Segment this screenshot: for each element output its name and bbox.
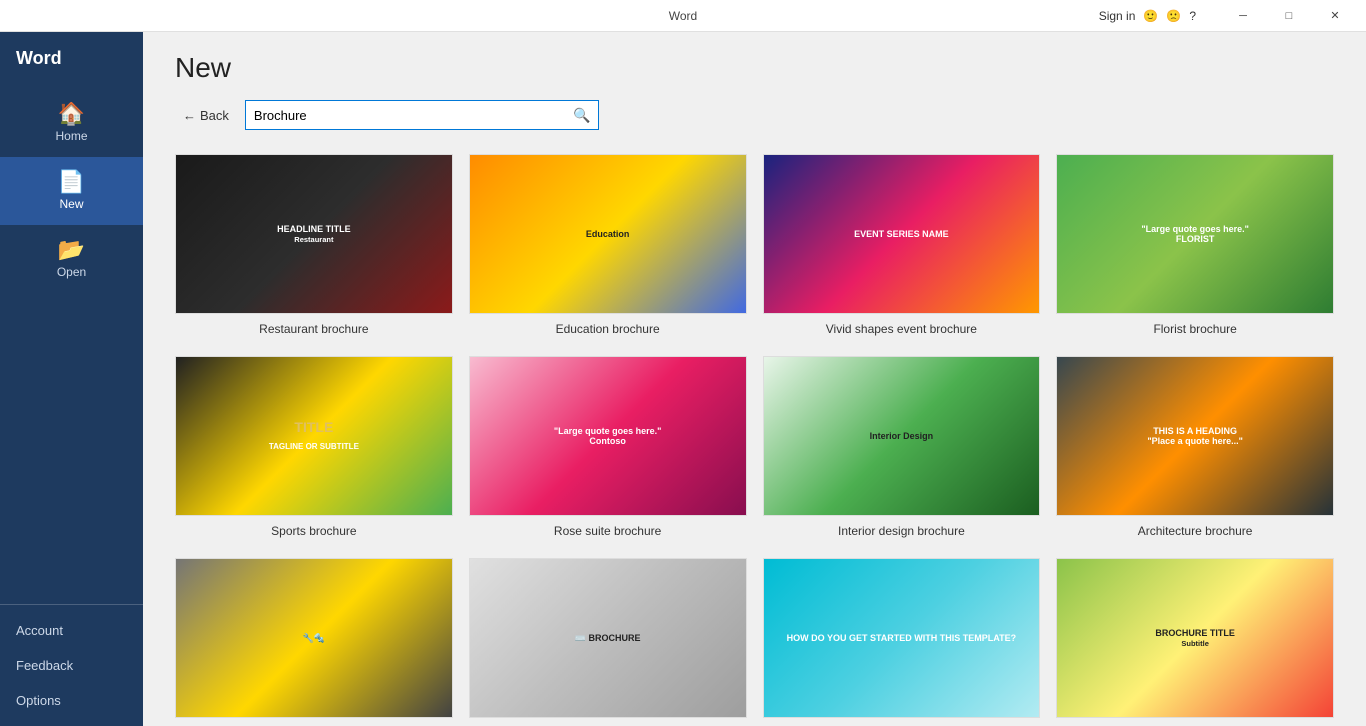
templates-grid: HEADLINE TITLERestaurant Restaurant broc…	[175, 154, 1334, 726]
template-vivid[interactable]: EVENT SERIES NAME Vivid shapes event bro…	[763, 154, 1041, 336]
template-name-rose: Rose suite brochure	[554, 524, 661, 538]
open-folder-icon: 📂	[58, 239, 85, 261]
search-input[interactable]	[246, 104, 566, 127]
template-name-architecture: Architecture brochure	[1138, 524, 1253, 538]
template-tools[interactable]: 🔧🔩 Tools brochure	[175, 558, 453, 726]
template-thumb-baby: HOW DO YOU GET STARTED WITH THIS TEMPLAT…	[763, 558, 1041, 718]
sidebar-item-open[interactable]: 📂 Open	[0, 225, 143, 293]
title-bar: Word Sign in 🙂 🙁 ? ─ □ ✕	[0, 0, 1366, 32]
app-title: Word	[669, 9, 697, 23]
search-input-wrapper: 🔍	[245, 100, 599, 130]
template-baby[interactable]: HOW DO YOU GET STARTED WITH THIS TEMPLAT…	[763, 558, 1041, 726]
template-thumb-tools: 🔧🔩	[175, 558, 453, 718]
template-thumb-rose: "Large quote goes here."Contoso	[469, 356, 747, 516]
template-name-interior: Interior design brochure	[838, 524, 965, 538]
window-controls: ─ □ ✕	[1220, 0, 1358, 32]
template-architecture[interactable]: THIS IS A HEADING"Place a quote here..."…	[1056, 356, 1334, 538]
template-education[interactable]: Education Education brochure	[469, 154, 747, 336]
search-bar: ← Back 🔍	[175, 100, 1334, 130]
template-thumb-interior: Interior Design	[763, 356, 1041, 516]
template-name-florist: Florist brochure	[1153, 322, 1236, 336]
sidebar-item-home[interactable]: 🏠 Home	[0, 89, 143, 157]
template-thumb-restaurant: HEADLINE TITLERestaurant	[175, 154, 453, 314]
sidebar-bottom: Account Feedback Options	[0, 613, 143, 726]
sidebar-item-options[interactable]: Options	[0, 683, 143, 718]
sidebar-open-label: Open	[57, 265, 86, 279]
back-arrow-icon: ←	[183, 108, 196, 123]
template-thumb-education: Education	[469, 154, 747, 314]
template-keyboard[interactable]: ⌨️ BROCHURE Keyboard brochure	[469, 558, 747, 726]
template-thumb-florist: "Large quote goes here."FLORIST	[1056, 154, 1334, 314]
content-area: New ← Back 🔍 HEADLINE TITLERestau	[143, 32, 1366, 726]
minimize-button[interactable]: ─	[1220, 0, 1266, 32]
template-newsletter[interactable]: BROCHURE TITLESubtitle Newsletter brochu…	[1056, 558, 1334, 726]
sidebar-home-label: Home	[55, 129, 87, 143]
template-name-restaurant: Restaurant brochure	[259, 322, 368, 336]
sidebar-nav: 🏠 Home 📄 New 📂 Open	[0, 89, 143, 596]
sad-icon: 🙁	[1166, 9, 1181, 23]
template-thumb-architecture: THIS IS A HEADING"Place a quote here..."	[1056, 356, 1334, 516]
search-button[interactable]: 🔍	[566, 101, 598, 129]
template-thumb-newsletter: BROCHURE TITLESubtitle	[1056, 558, 1334, 718]
sidebar-item-feedback[interactable]: Feedback	[0, 648, 143, 683]
sidebar: Word 🏠 Home 📄 New 📂 Open Account Feedbac…	[0, 32, 143, 726]
sidebar-app-name: Word	[0, 32, 143, 89]
templates-area: HEADLINE TITLERestaurant Restaurant broc…	[143, 146, 1366, 726]
close-button[interactable]: ✕	[1312, 0, 1358, 32]
sidebar-item-account[interactable]: Account	[0, 613, 143, 648]
back-button[interactable]: ← Back	[175, 104, 237, 127]
app-body: Word 🏠 Home 📄 New 📂 Open Account Feedbac…	[0, 32, 1366, 726]
maximize-button[interactable]: □	[1266, 0, 1312, 32]
help-icon[interactable]: ?	[1189, 9, 1196, 23]
home-icon: 🏠	[58, 103, 85, 125]
sidebar-item-new[interactable]: 📄 New	[0, 157, 143, 225]
template-rose[interactable]: "Large quote goes here."Contoso Rose sui…	[469, 356, 747, 538]
back-label: Back	[200, 108, 229, 123]
sign-in-link[interactable]: Sign in	[1099, 9, 1136, 23]
new-doc-icon: 📄	[58, 171, 85, 193]
template-name-education: Education brochure	[556, 322, 660, 336]
sidebar-divider	[0, 604, 143, 605]
template-interior[interactable]: Interior Design Interior design brochure	[763, 356, 1041, 538]
template-name-vivid: Vivid shapes event brochure	[826, 322, 977, 336]
template-florist[interactable]: "Large quote goes here."FLORIST Florist …	[1056, 154, 1334, 336]
template-name-sports: Sports brochure	[271, 524, 356, 538]
content-header: New ← Back 🔍	[143, 32, 1366, 146]
smiley-icon: 🙂	[1143, 9, 1158, 23]
template-sports[interactable]: TITLETAGLINE OR SUBTITLE Sports brochure	[175, 356, 453, 538]
page-title: New	[175, 52, 1334, 84]
template-restaurant[interactable]: HEADLINE TITLERestaurant Restaurant broc…	[175, 154, 453, 336]
template-thumb-sports: TITLETAGLINE OR SUBTITLE	[175, 356, 453, 516]
template-thumb-vivid: EVENT SERIES NAME	[763, 154, 1041, 314]
template-thumb-keyboard: ⌨️ BROCHURE	[469, 558, 747, 718]
sidebar-new-label: New	[59, 197, 83, 211]
